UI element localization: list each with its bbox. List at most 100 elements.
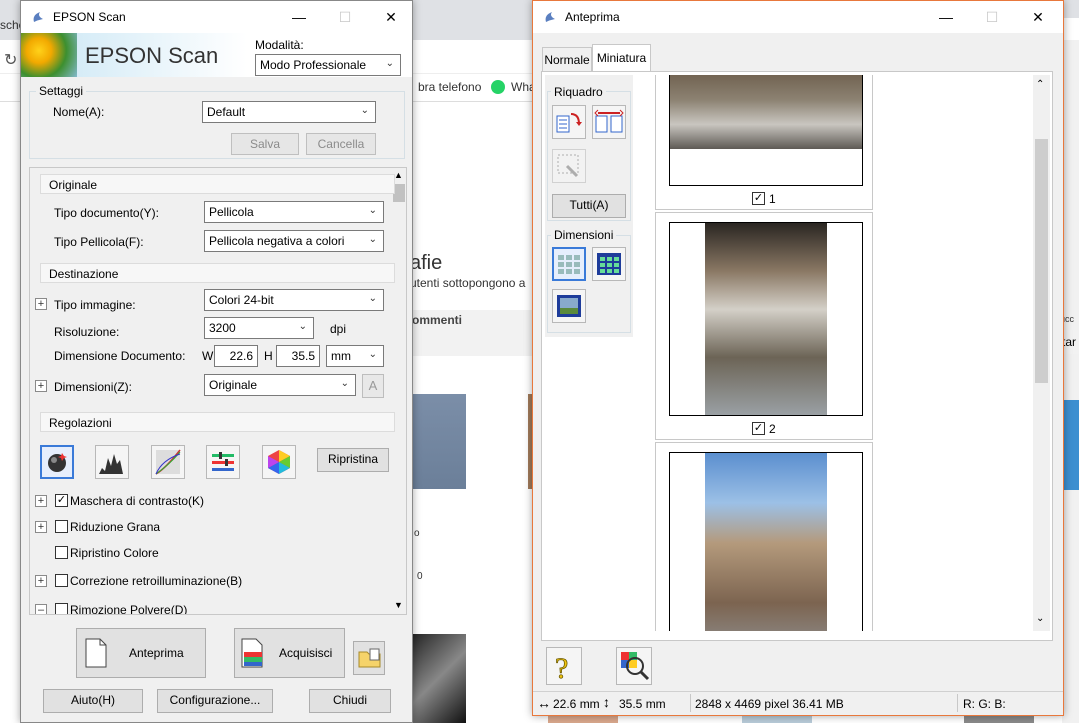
cancella-button[interactable]: Cancella (306, 133, 376, 155)
status-divider (957, 694, 958, 712)
tutti-button[interactable]: Tutti(A) (552, 194, 626, 218)
histogram-icon[interactable] (95, 445, 129, 479)
frame-thumbnail[interactable] (669, 75, 863, 186)
scroll-down-icon[interactable]: ▼ (394, 600, 403, 610)
color-zoom-button[interactable] (616, 647, 652, 685)
riquadro-label: Riquadro (551, 85, 606, 99)
question-mark-icon: ? (555, 652, 569, 686)
width-input[interactable]: 22.6 (214, 345, 258, 367)
maximize-button: ☐ (338, 9, 352, 25)
status-bar: ↔ 22.6 mm ↕ 35.5 mm 2848 x 4469 pixel 36… (533, 691, 1063, 715)
frame-thumbnail[interactable] (669, 452, 863, 631)
folder-settings-button[interactable] (353, 641, 385, 675)
unit-select[interactable]: mm ⌄ (326, 345, 384, 367)
scroll-up-icon[interactable]: ⌃ (1036, 79, 1044, 90)
marquee-rotate-icon[interactable] (552, 105, 586, 139)
scroll-down-icon[interactable]: ⌄ (1036, 613, 1044, 624)
aiuto-button[interactable]: Aiuto(H) (43, 689, 143, 713)
minimize-button[interactable]: — (923, 1, 969, 33)
checkbox[interactable]: ✓ (55, 494, 68, 507)
expand-icon[interactable]: + (35, 495, 47, 507)
expand-dimensioni-icon[interactable]: + (35, 380, 47, 392)
dimensioni-label: Dimensioni(Z): (54, 380, 133, 394)
checkbox[interactable] (55, 546, 68, 559)
collapse-icon[interactable]: – (35, 604, 47, 614)
tipo-pellicola-value: Pellicola negativa a colori (209, 234, 345, 248)
thumbnail-image[interactable] (410, 394, 466, 489)
comments-fragment[interactable]: ommenti (412, 313, 462, 327)
acquisisci-label: Acquisisci (279, 646, 333, 660)
ripristina-button[interactable]: Ripristina (317, 448, 389, 472)
maximize-button: ☐ (985, 9, 999, 25)
frag-o: o (414, 528, 420, 539)
frame-card[interactable] (655, 442, 873, 631)
reload-icon[interactable]: ↻ (4, 50, 17, 70)
folder-icon (358, 648, 381, 668)
marquee-flip-icon[interactable] (592, 105, 626, 139)
delete-marquee-icon (552, 149, 586, 183)
chiudi-button[interactable]: Chiudi (309, 689, 391, 713)
thumbnail-large-icon[interactable] (552, 289, 586, 323)
right-bar: tar (1062, 330, 1079, 354)
tab-miniatura[interactable]: Miniatura (592, 44, 651, 72)
epson-scan-window: EPSON Scan — ☐ ✕ EPSON Scan Modalità: Mo… (20, 0, 413, 723)
frame-card[interactable]: ✓ 1 (655, 75, 873, 210)
status-height: 35.5 mm (619, 697, 666, 711)
frame-checkbox[interactable]: ✓ (752, 422, 765, 435)
help-button[interactable]: ? (546, 647, 582, 685)
frame-image (705, 223, 827, 415)
close-button[interactable]: ✕ (368, 1, 414, 33)
acquisisci-button[interactable]: Acquisisci (234, 628, 345, 678)
expand-icon[interactable]: + (35, 575, 47, 587)
tipo-documento-select[interactable]: Pellicola ⌄ (204, 201, 384, 223)
frame-thumbnail[interactable] (669, 222, 863, 416)
dimensioni-select[interactable]: Originale ⌄ (204, 374, 356, 396)
thumbnail-small-icon[interactable] (552, 247, 586, 281)
expand-icon[interactable]: + (35, 521, 47, 533)
anteprima-titlebar: Anteprima — ☐ ✕ (533, 1, 1063, 33)
minimize-button[interactable]: — (276, 1, 322, 33)
frame-card[interactable]: ✓ 2 (655, 212, 873, 440)
thumbnail-medium-icon[interactable] (592, 247, 626, 281)
destinazione-header-text: Destinazione (49, 267, 119, 281)
color-palette-icon[interactable] (262, 445, 296, 479)
settings-scrollbar[interactable]: ▲ ▼ (391, 168, 406, 614)
auto-exposure-icon[interactable] (40, 445, 74, 479)
height-input[interactable]: 35.5 (276, 345, 320, 367)
modalita-select[interactable]: Modo Professionale ⌄ (255, 54, 401, 76)
chevron-down-icon: ⌄ (368, 205, 377, 216)
flower-logo-icon (21, 33, 81, 77)
close-button[interactable]: ✕ (1015, 1, 1061, 33)
chevron-down-icon: ⌄ (360, 105, 369, 116)
expand-tipo-immagine-icon[interactable]: + (35, 298, 47, 310)
configurazione-button[interactable]: Configurazione... (157, 689, 273, 713)
preview-scrollbar[interactable]: ⌃ ⌄ (1033, 75, 1050, 631)
thumbnail-image[interactable] (410, 634, 466, 723)
tone-curve-icon[interactable] (151, 445, 185, 479)
option-row: Ripristino Colore (30, 546, 390, 566)
checkbox[interactable] (55, 574, 68, 587)
scroll-up-icon[interactable]: ▲ (394, 170, 403, 180)
anteprima-label: Anteprima (129, 646, 184, 660)
scroll-thumb[interactable] (1035, 139, 1048, 383)
image-adjust-icon[interactable] (206, 445, 240, 479)
window-title: Anteprima (565, 10, 620, 24)
risoluzione-select[interactable]: 3200 ⌄ (204, 317, 314, 339)
checkbox[interactable] (55, 520, 68, 533)
frame-checkbox[interactable]: ✓ (752, 192, 765, 205)
thumbnail-image[interactable] (1062, 400, 1079, 490)
tipo-immagine-select[interactable]: Colori 24-bit ⌄ (204, 289, 384, 311)
destinazione-header: Destinazione (40, 263, 395, 283)
risoluzione-label: Risoluzione: (54, 325, 120, 339)
page-scrollbar[interactable] (1062, 40, 1079, 723)
anteprima-button[interactable]: Anteprima (76, 628, 206, 678)
bookmark-item[interactable]: bra telefono (418, 80, 481, 94)
chevron-down-icon: ⌄ (368, 293, 377, 304)
status-rgb: R: G: B: (963, 697, 1006, 711)
regolazioni-header: Regolazioni (40, 412, 395, 432)
checkbox[interactable] (55, 603, 68, 614)
tab-normale[interactable]: Normale (542, 47, 592, 71)
nome-select[interactable]: Default ⌄ (202, 101, 376, 123)
tipo-pellicola-select[interactable]: Pellicola negativa a colori ⌄ (204, 230, 384, 252)
salva-button[interactable]: Salva (231, 133, 299, 155)
